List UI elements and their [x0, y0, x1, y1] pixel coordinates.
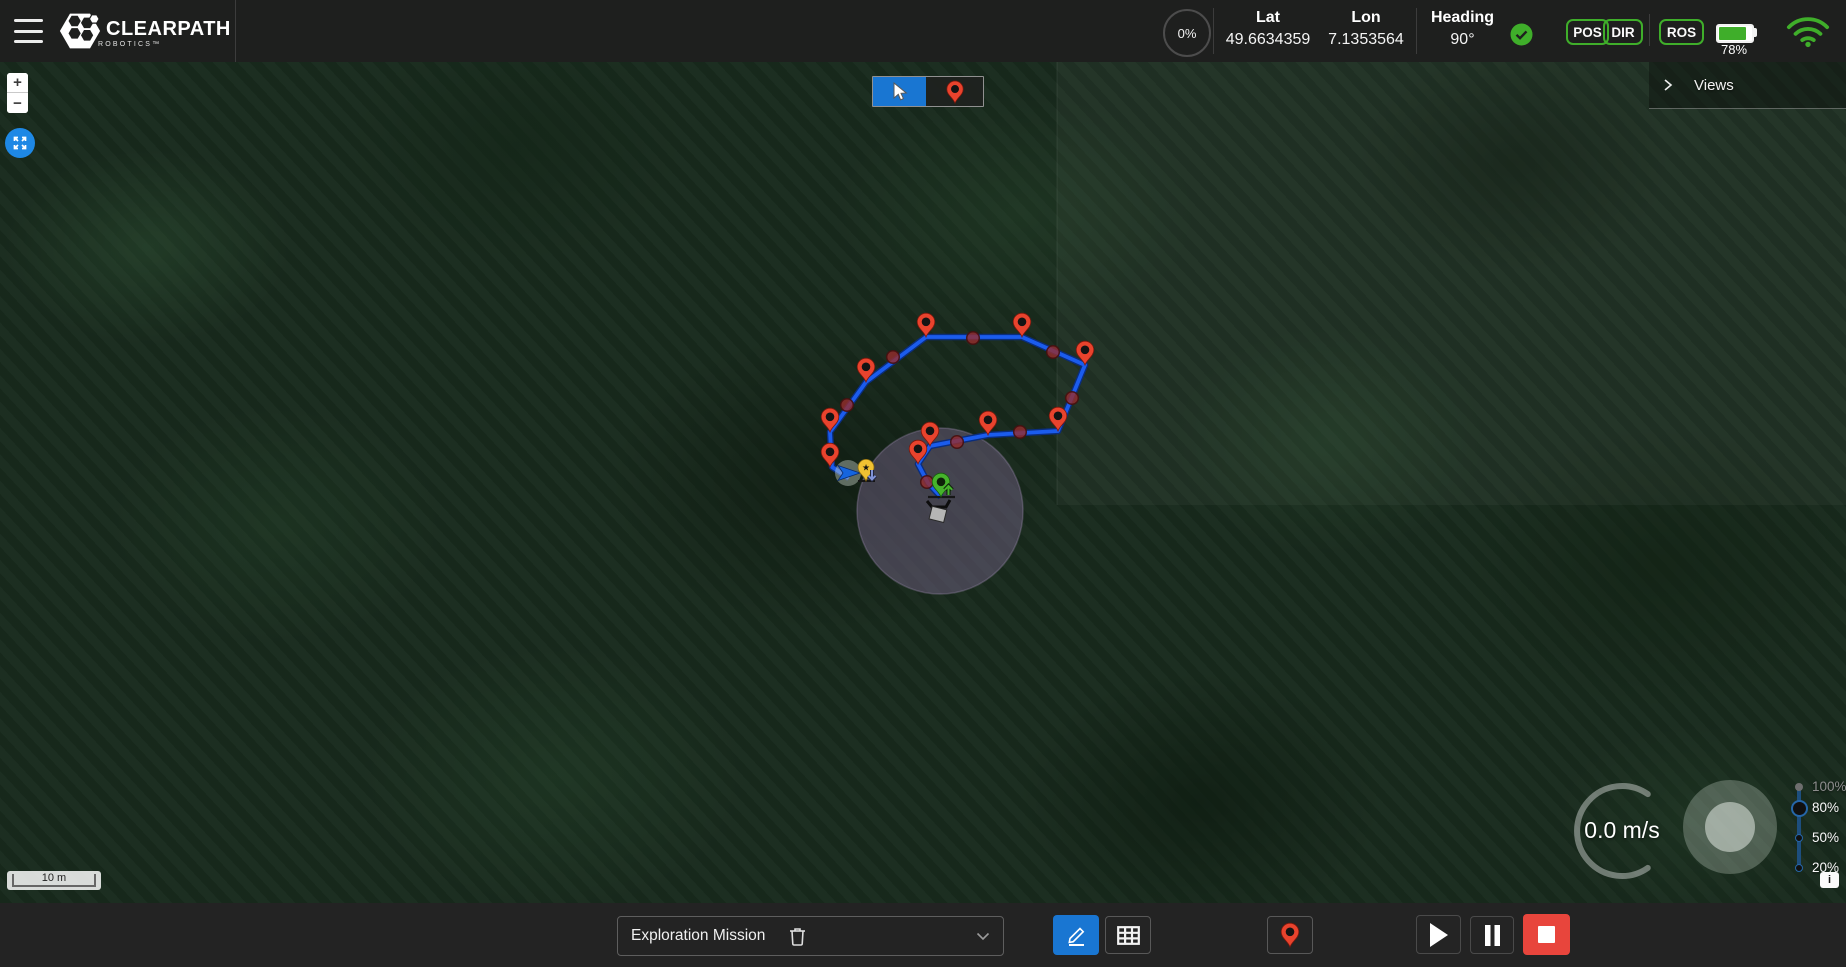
zoom-out-button[interactable]: − — [7, 93, 28, 113]
topbar-divider — [1649, 14, 1650, 46]
waypoint-table-button[interactable] — [1105, 916, 1151, 954]
dir-status-badge: DIR — [1603, 19, 1643, 45]
views-panel-toggle[interactable]: Views — [1649, 62, 1846, 109]
outdoornav-app: ★ + − — [0, 0, 1846, 967]
slider-label-100[interactable]: 100% — [1812, 779, 1846, 794]
speed-limit-slider[interactable]: 100% 80% 50% 20% — [1790, 775, 1846, 885]
slider-label-50[interactable]: 50% — [1812, 830, 1839, 845]
scale-bar-label: 10 m — [7, 872, 101, 884]
play-mission-button[interactable] — [1416, 915, 1461, 954]
clearpath-logo: CLEARPATH ROBOTICS™ — [58, 9, 231, 53]
heading-label: Heading — [1425, 7, 1500, 29]
zoom-in-button[interactable]: + — [7, 73, 28, 93]
brand-subtitle: ROBOTICS™ — [98, 41, 231, 48]
add-waypoint-button[interactable] — [1267, 916, 1313, 954]
slider-handle-80[interactable] — [1791, 800, 1808, 817]
slider-stop-100[interactable] — [1795, 783, 1803, 791]
chevron-down-icon — [976, 932, 990, 941]
ros-status-badge: ROS — [1659, 19, 1704, 45]
map-zoom-control: + − — [7, 73, 28, 113]
stop-icon — [1537, 925, 1556, 944]
slider-stop-50[interactable] — [1795, 834, 1803, 842]
views-panel-label: Views — [1694, 77, 1734, 94]
pause-mission-button[interactable] — [1470, 916, 1514, 954]
speed-readout: 0.0 m/s — [1560, 817, 1684, 844]
battery-fill-level — [1719, 27, 1746, 40]
trash-icon — [789, 927, 806, 946]
chevron-right-icon — [1663, 78, 1673, 92]
play-icon — [1429, 923, 1449, 947]
stop-mission-button[interactable] — [1523, 914, 1570, 955]
heading-value: 90° — [1425, 29, 1500, 51]
mission-name: Exploration Mission — [631, 927, 765, 945]
slider-track[interactable] — [1797, 786, 1801, 870]
battery-icon — [1716, 24, 1754, 43]
topbar-divider — [1416, 8, 1417, 54]
waypoint-pin-icon — [1278, 921, 1302, 949]
add-waypoint-tool-button[interactable] — [926, 77, 983, 106]
longitude-readout: Lon 7.1353564 — [1322, 7, 1410, 51]
latitude-readout: Lat 49.6634359 — [1220, 7, 1316, 51]
edit-mission-button[interactable] — [1053, 915, 1099, 955]
edit-pencil-icon — [1065, 924, 1088, 947]
battery-nub — [1753, 28, 1757, 37]
heading-readout: Heading 90° — [1425, 7, 1500, 51]
lon-value: 7.1353564 — [1322, 29, 1410, 51]
cursor-icon — [891, 82, 908, 102]
joystick-knob[interactable] — [1705, 802, 1755, 852]
map-mode-toolbar — [872, 76, 984, 107]
mission-progress-value: 0% — [1178, 26, 1197, 41]
wifi-icon — [1786, 14, 1830, 48]
slider-stop-20[interactable] — [1795, 864, 1803, 872]
battery-percent: 78% — [1710, 42, 1758, 57]
delete-mission-button[interactable] — [789, 927, 806, 946]
select-tool-button[interactable] — [873, 77, 926, 106]
pause-icon — [1484, 925, 1501, 946]
status-ok-check-icon — [1510, 23, 1533, 46]
hamburger-icon — [14, 19, 43, 22]
slider-label-80[interactable]: 80% — [1812, 800, 1839, 815]
mission-select[interactable]: Exploration Mission — [617, 916, 1004, 956]
clearpath-hex-icon — [58, 9, 102, 53]
top-status-bar: CLEARPATH ROBOTICS™ 0% Lat 49.6634359 Lo… — [0, 0, 1846, 62]
lon-label: Lon — [1322, 7, 1410, 29]
info-button[interactable]: i — [1820, 872, 1839, 888]
topbar-divider — [235, 0, 236, 62]
menu-button[interactable] — [14, 17, 43, 45]
map-expand-button[interactable] — [5, 128, 35, 158]
brand-title: CLEARPATH — [106, 19, 231, 39]
lat-value: 49.6634359 — [1220, 29, 1316, 51]
bottom-mission-bar: Exploration Mission — [0, 903, 1846, 967]
table-grid-icon — [1117, 926, 1140, 945]
teleop-joystick[interactable] — [1683, 780, 1777, 874]
waypoint-pin-icon — [944, 79, 966, 105]
expand-arrows-icon — [12, 135, 28, 151]
topbar-divider — [1213, 8, 1214, 54]
map-scale-bar: 10 m — [7, 871, 101, 890]
lat-label: Lat — [1220, 7, 1316, 29]
mission-progress-indicator: 0% — [1163, 9, 1211, 57]
